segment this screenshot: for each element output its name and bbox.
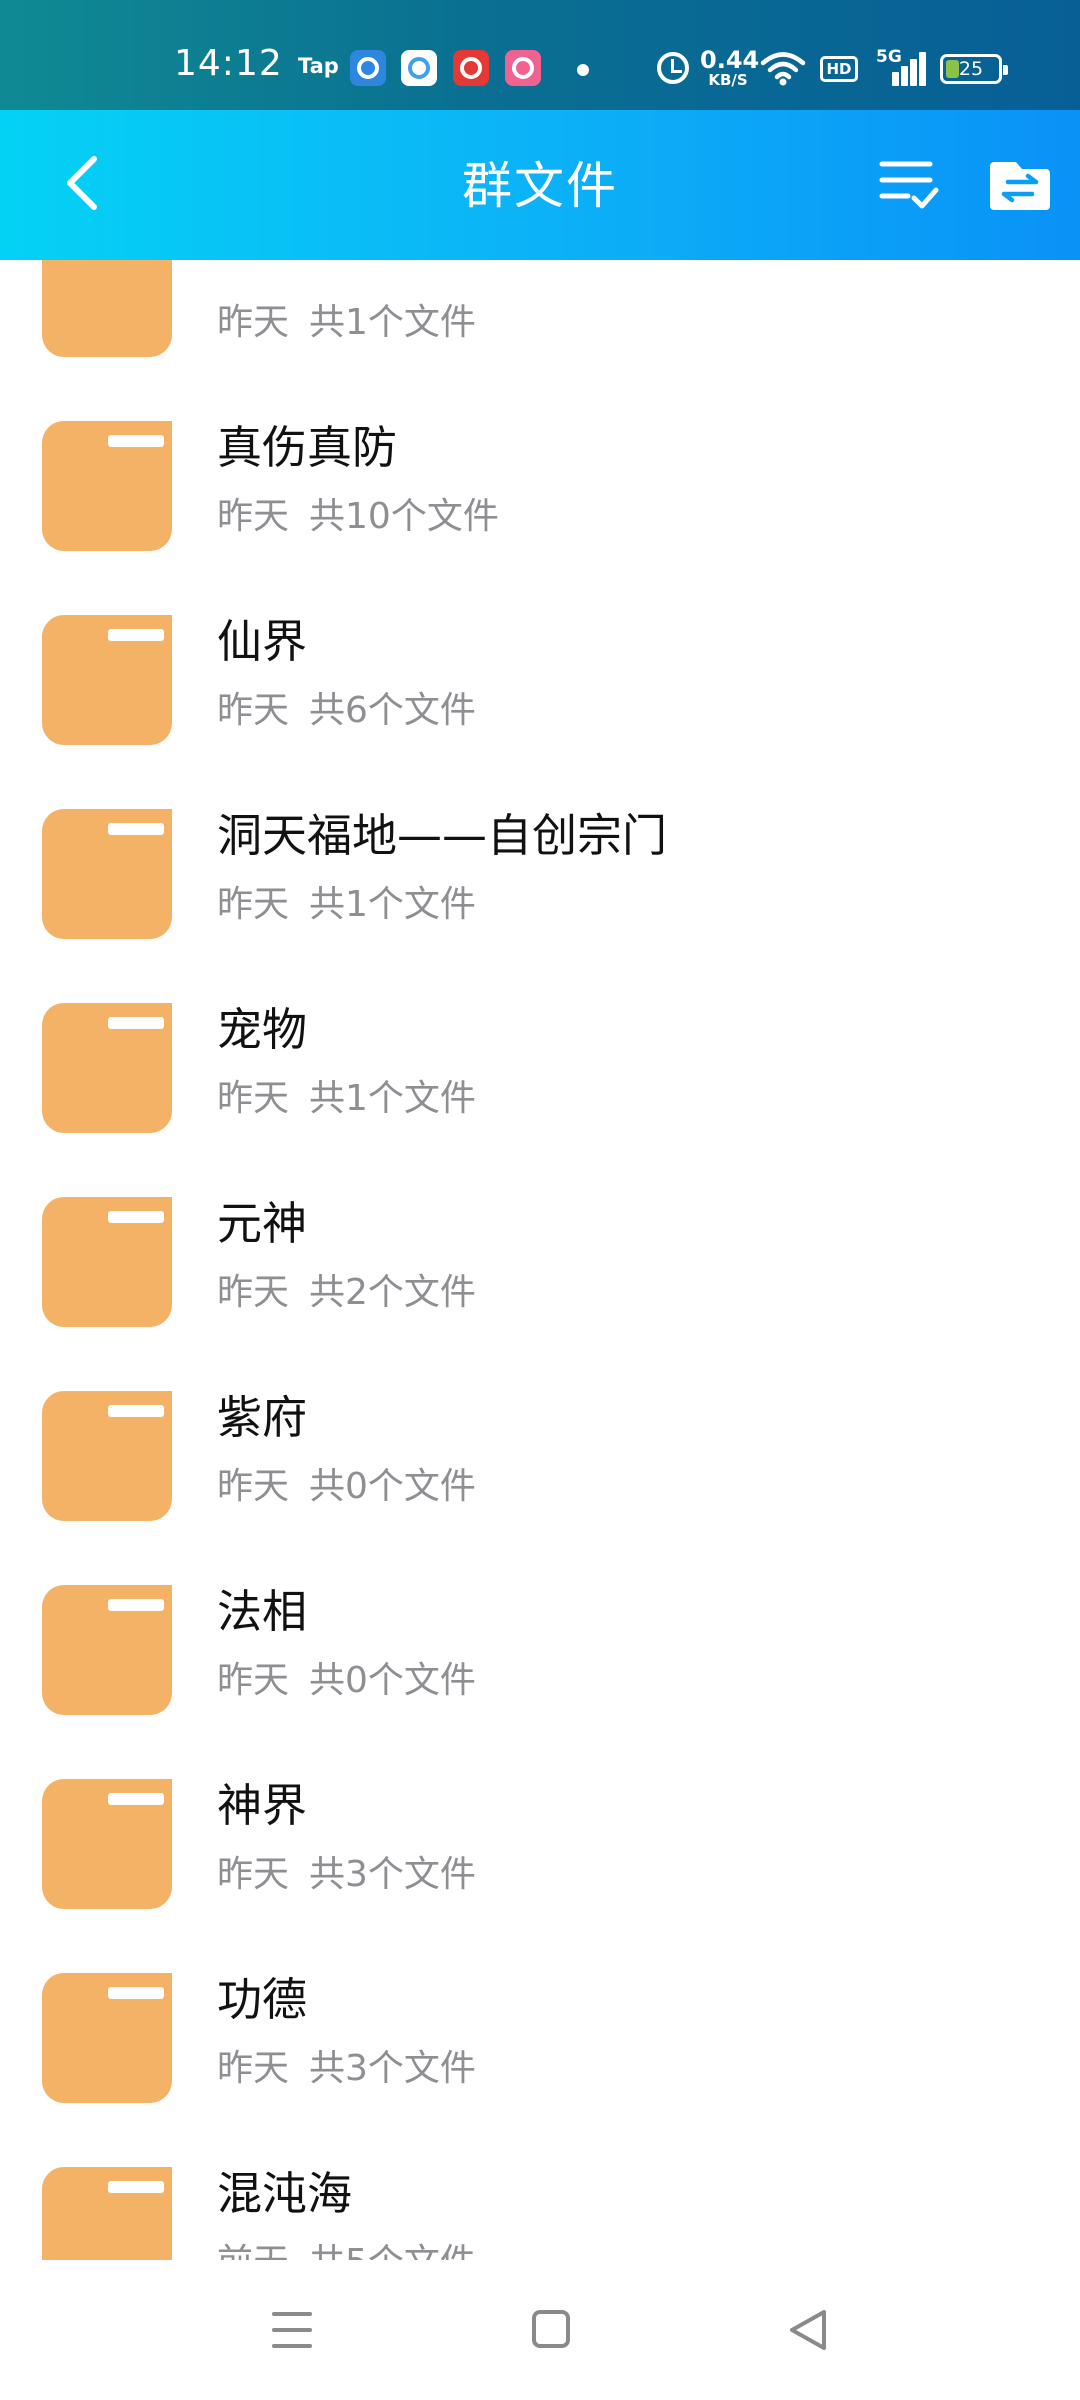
- folder-date: 昨天: [217, 1272, 290, 1313]
- folder-meta: 昨天 共3个文件: [217, 1852, 476, 1898]
- file-items: 昨天 共1个文件 真伤真防 昨天 共10个文件 仙界 昨天 共6个文件 洞天福地——自创宗门 昨天…: [0, 260, 1080, 2260]
- home-square-icon[interactable]: [511, 2300, 591, 2360]
- file-list-item[interactable]: 紫府昨天 共0个文件: [0, 1334, 1080, 1528]
- wifi-icon: [760, 52, 806, 86]
- folder-date: 昨天: [217, 1466, 290, 1507]
- signal-strength-icon: [880, 52, 926, 86]
- folder-meta: 昨天 共1个文件: [217, 882, 476, 928]
- folder-meta: 昨天 共0个文件: [217, 1464, 476, 1510]
- folder-date: 昨天: [217, 2048, 290, 2089]
- back-triangle-icon[interactable]: [768, 2300, 848, 2360]
- folder-meta: 昨天 共10个文件: [217, 494, 499, 540]
- folder-meta: 昨天 共1个文件: [217, 1076, 476, 1122]
- folder-meta: 昨天 共6个文件: [217, 688, 476, 734]
- file-list-item[interactable]: 宠物昨天 共1个文件: [0, 946, 1080, 1140]
- folder-meta: 前天 共5个文件: [217, 2240, 476, 2260]
- folder-name: 真伤真防: [217, 421, 398, 474]
- file-list-item[interactable]: 昨天 共1个文件: [0, 260, 1080, 364]
- folder-file-count: 共1个文件: [309, 884, 476, 925]
- file-list-item[interactable]: 功德昨天 共3个文件: [0, 1916, 1080, 2110]
- folder-name: 元神: [217, 1197, 308, 1250]
- folder-icon: [42, 260, 172, 357]
- status-time: 14:12: [174, 43, 283, 84]
- file-list-item[interactable]: 真伤真防昨天 共10个文件: [0, 364, 1080, 558]
- folder-icon: [42, 809, 172, 939]
- folder-file-count: 共2个文件: [309, 1272, 476, 1313]
- file-list-item[interactable]: 法相昨天 共0个文件: [0, 1528, 1080, 1722]
- hd-voice-icon: HD: [820, 56, 858, 82]
- menu-icon[interactable]: [252, 2300, 332, 2360]
- folder-file-count: 共3个文件: [309, 1854, 476, 1895]
- folder-file-count: 共5个文件: [309, 2242, 476, 2260]
- folder-file-count: 共3个文件: [309, 2048, 476, 2089]
- network-speed-value: 0.44: [700, 46, 760, 74]
- file-list[interactable]: 昨天 共1个文件 真伤真防 昨天 共10个文件 仙界 昨天 共6个文件 洞天福地——自创宗门 昨天…: [0, 260, 1080, 2260]
- folder-date: 昨天: [217, 302, 290, 343]
- folder-name: 法相: [217, 1585, 308, 1638]
- folder-name: 洞天福地——自创宗门: [217, 809, 668, 862]
- folder-name: 仙界: [217, 615, 308, 668]
- folder-date: 昨天: [217, 496, 290, 537]
- folder-name: 功德: [217, 1973, 308, 2026]
- group-files-screen: 14:12 Tap 0.44 KB/S HD 5G 25 群文件 昨天 共1个文…: [0, 0, 1080, 2400]
- folder-name: 神界: [217, 1779, 308, 1832]
- folder-file-count: 共1个文件: [309, 1078, 476, 1119]
- folder-meta: 昨天 共0个文件: [217, 1658, 476, 1704]
- folder-date: 昨天: [217, 1078, 290, 1119]
- folder-icon: [42, 615, 172, 745]
- file-list-item[interactable]: 洞天福地——自创宗门昨天 共1个文件: [0, 752, 1080, 946]
- file-list-item[interactable]: 神界昨天 共3个文件: [0, 1722, 1080, 1916]
- toutiao-app-icon: [453, 50, 489, 86]
- folder-date: 昨天: [217, 884, 290, 925]
- list-check-icon[interactable]: [868, 150, 948, 220]
- folder-file-count: 共0个文件: [309, 1466, 476, 1507]
- folder-icon: [42, 2167, 172, 2260]
- network-speed-unit: KB/S: [708, 71, 748, 89]
- taptap-notification-icon: Tap: [298, 54, 339, 78]
- file-list-item[interactable]: 仙界昨天 共6个文件: [0, 558, 1080, 752]
- folder-icon: [42, 1197, 172, 1327]
- folder-icon: [42, 421, 172, 551]
- title-bar: 群文件: [0, 110, 1080, 260]
- folder-meta: 昨天 共1个文件: [217, 300, 476, 346]
- browser-app-icon: [350, 50, 386, 86]
- status-bar: 14:12 Tap 0.44 KB/S HD 5G 25: [0, 0, 1080, 110]
- folder-date: 昨天: [217, 1854, 290, 1895]
- battery-icon: 25: [940, 54, 1008, 84]
- folder-icon: [42, 1779, 172, 1909]
- folder-file-count: 共10个文件: [309, 496, 499, 537]
- folder-icon: [42, 1585, 172, 1715]
- file-list-item[interactable]: 元神昨天 共2个文件: [0, 1140, 1080, 1334]
- folder-transfer-icon[interactable]: [980, 150, 1060, 220]
- folder-file-count: 共1个文件: [309, 302, 476, 343]
- navigation-bar: [0, 2260, 1080, 2400]
- folder-date: 昨天: [217, 1660, 290, 1701]
- battery-level: 25: [958, 58, 984, 80]
- folder-date: 昨天: [217, 690, 290, 731]
- folder-name: 宠物: [217, 1003, 308, 1056]
- file-list-item[interactable]: 混沌海前天 共5个文件: [0, 2110, 1080, 2260]
- network-speed: 0.44 KB/S: [700, 46, 760, 89]
- folder-file-count: 共6个文件: [309, 690, 476, 731]
- folder-name: 混沌海: [217, 2167, 353, 2220]
- folder-file-count: 共0个文件: [309, 1660, 476, 1701]
- folder-meta: 昨天 共3个文件: [217, 2046, 476, 2092]
- folder-meta: 昨天 共2个文件: [217, 1270, 476, 1316]
- folder-name: 紫府: [217, 1391, 308, 1444]
- bilibili-app-icon: [505, 50, 541, 86]
- folder-date: 前天: [217, 2242, 289, 2260]
- folder-icon: [42, 1973, 172, 2103]
- folder-icon: [42, 1003, 172, 1133]
- folder-icon: [42, 1391, 172, 1521]
- baidu-netdisk-app-icon: [401, 50, 437, 86]
- more-notifications-dot: [577, 64, 589, 76]
- alarm-icon: [657, 52, 689, 84]
